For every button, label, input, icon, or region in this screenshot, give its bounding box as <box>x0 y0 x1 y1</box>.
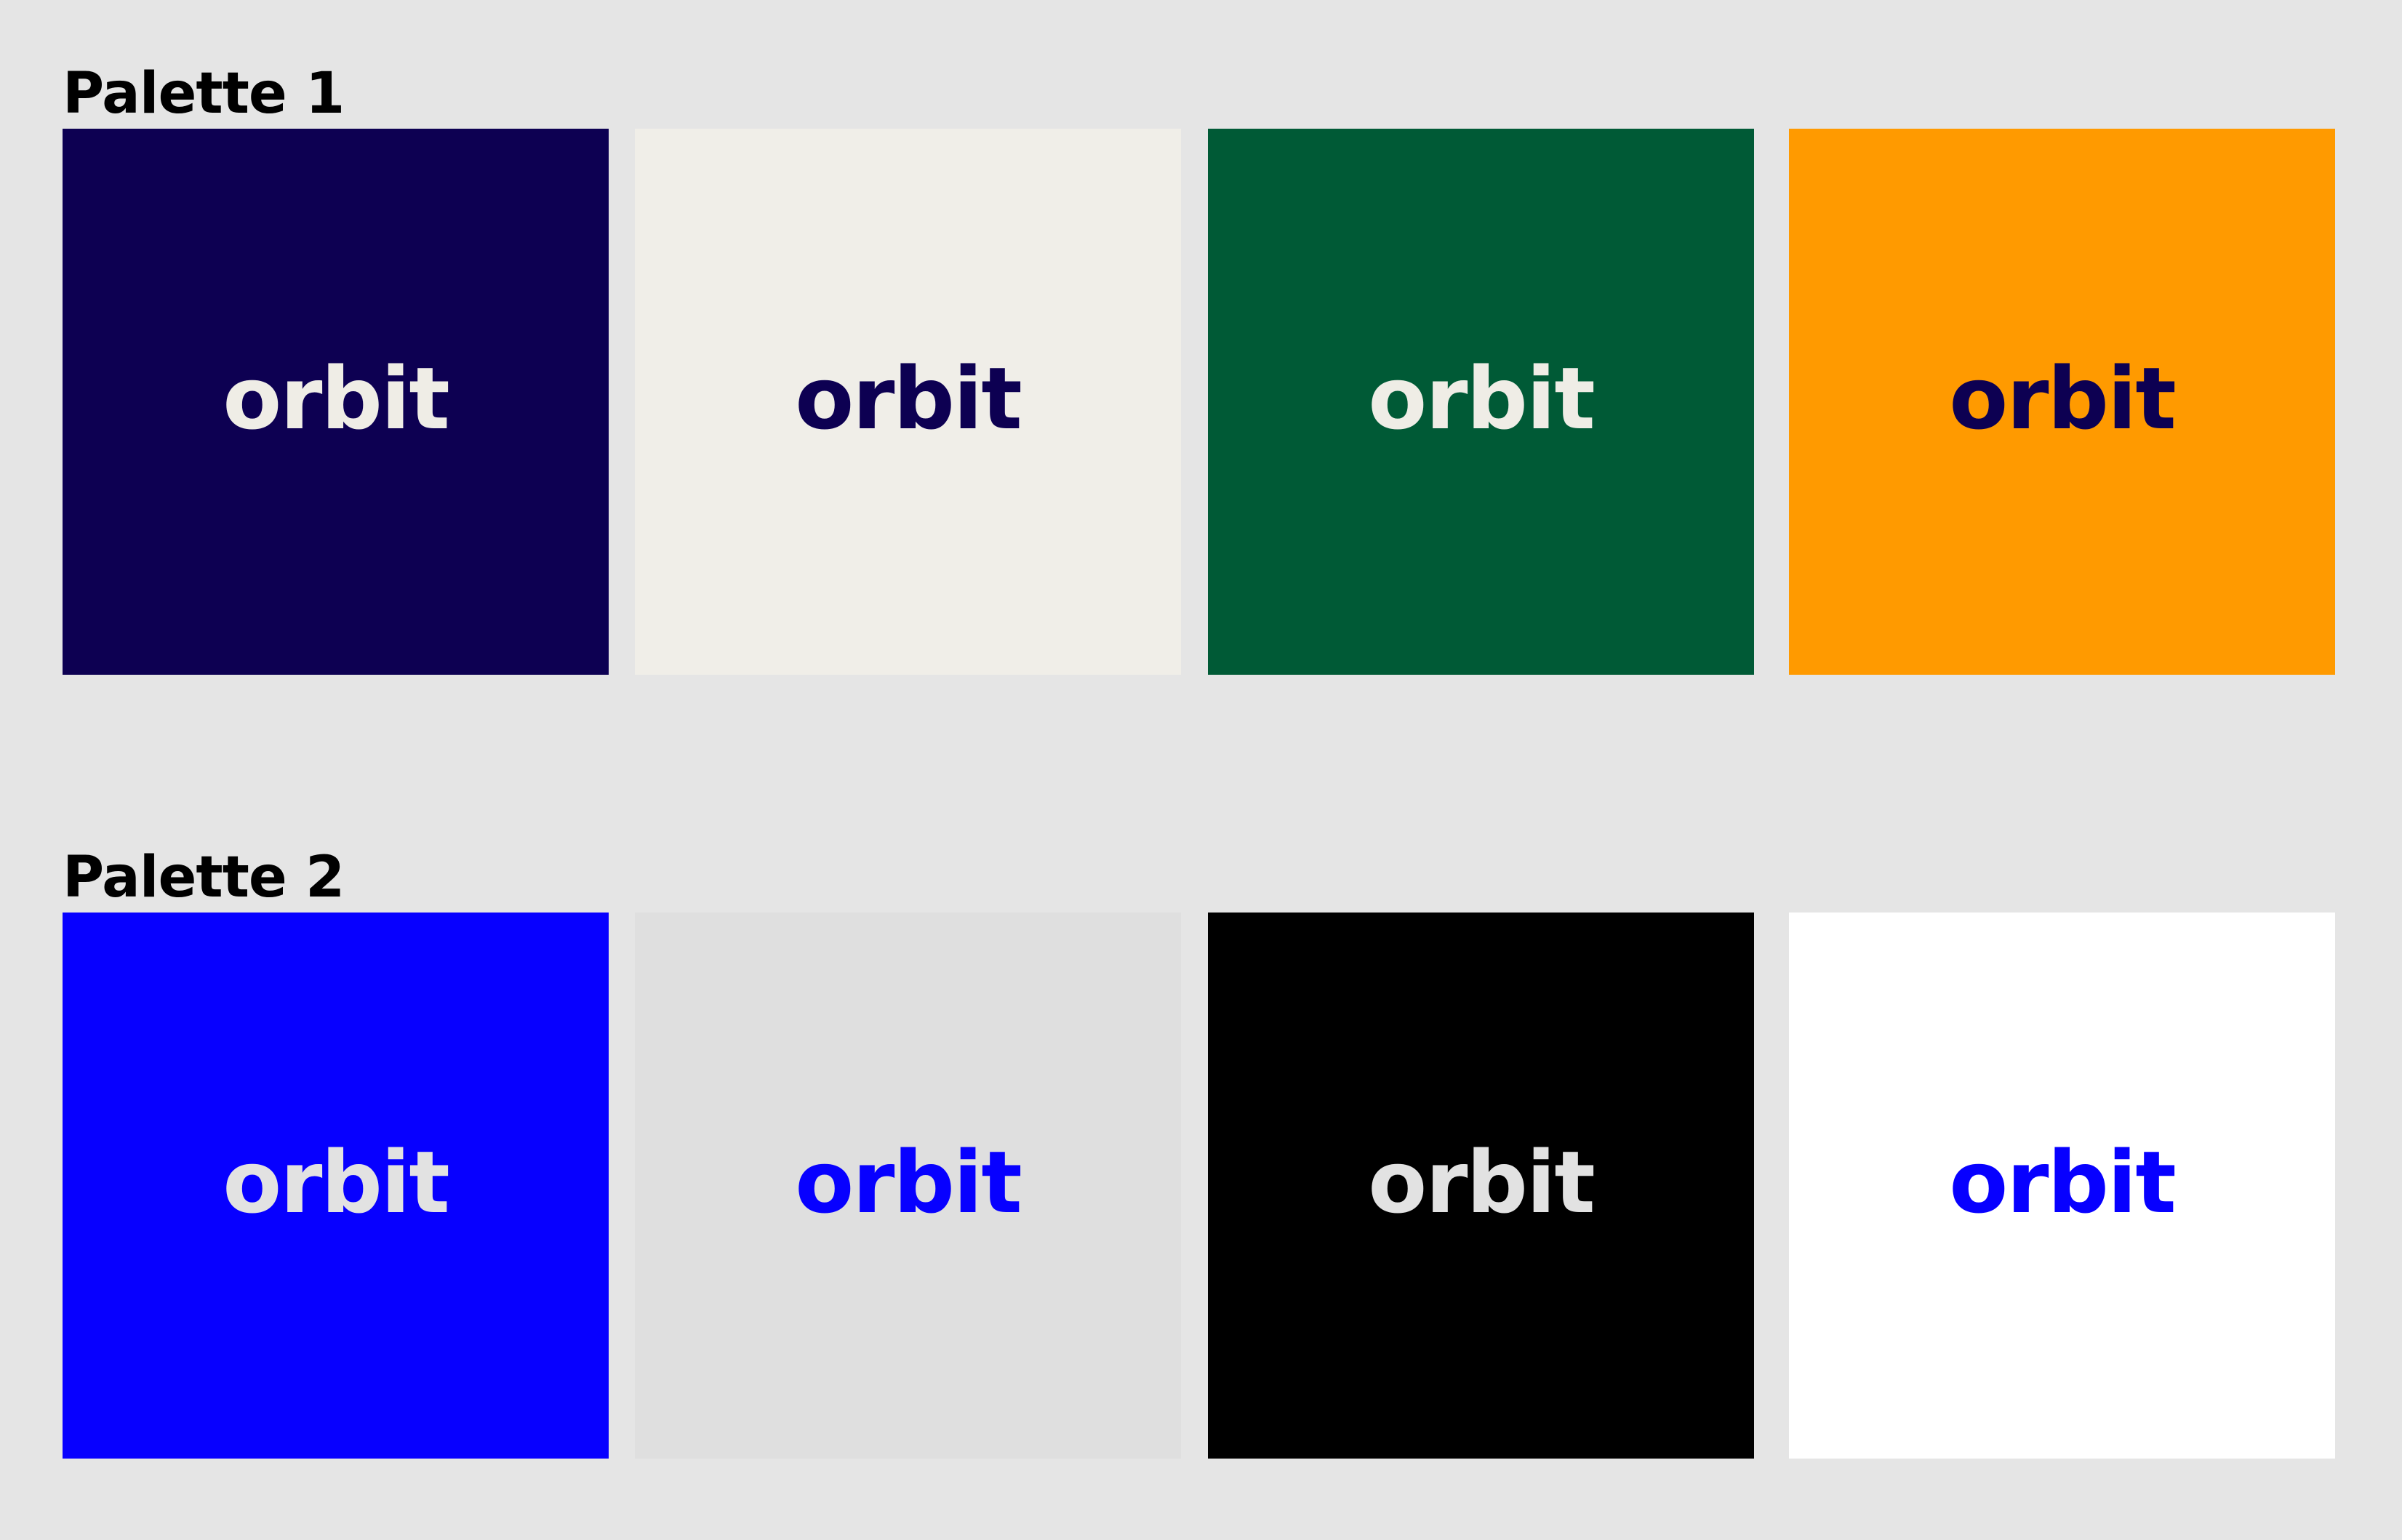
palette-title: Palette 2 <box>63 845 345 910</box>
palette-swatch-row: orbit orbit orbit orbit <box>0 129 2402 675</box>
color-swatch: orbit <box>1208 913 1754 1459</box>
palette-board: Palette 1 orbit orbit orbit orbit Palett… <box>0 0 2402 1540</box>
color-swatch: orbit <box>1789 129 2335 675</box>
swatch-label: orbit <box>223 1131 450 1232</box>
color-swatch: orbit <box>1208 129 1754 675</box>
color-swatch: orbit <box>635 913 1181 1459</box>
swatch-label: orbit <box>223 348 450 449</box>
swatch-label: orbit <box>1368 1131 1596 1232</box>
swatch-label: orbit <box>795 348 1022 449</box>
color-swatch: orbit <box>635 129 1181 675</box>
color-swatch: orbit <box>63 129 609 675</box>
color-swatch: orbit <box>1789 913 2335 1459</box>
swatch-label: orbit <box>1949 348 2177 449</box>
palette-swatch-row: orbit orbit orbit orbit <box>0 913 2402 1459</box>
swatch-label: orbit <box>1368 348 1596 449</box>
swatch-label: orbit <box>1949 1131 2177 1232</box>
swatch-label: orbit <box>795 1131 1022 1232</box>
color-swatch: orbit <box>63 913 609 1459</box>
palette-title: Palette 1 <box>63 61 345 127</box>
